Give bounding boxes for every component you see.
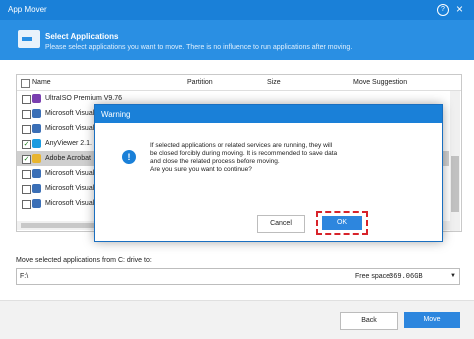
page-header: Select Applications Please select applic… <box>0 20 474 60</box>
app-name: Microsoft Visual <box>45 110 95 117</box>
dialog-title: Warning <box>101 110 131 119</box>
app-icon <box>32 109 41 118</box>
dialog-message-line: If selected applications or related serv… <box>150 142 333 149</box>
info-icon: ! <box>122 150 136 164</box>
row-checkbox[interactable] <box>22 185 31 194</box>
app-icon <box>32 154 41 163</box>
app-icon <box>32 199 41 208</box>
app-icon <box>32 94 41 103</box>
select-applications-icon <box>18 30 40 48</box>
scrollbar-thumb[interactable] <box>451 156 459 212</box>
cancel-button[interactable]: Cancel <box>257 215 305 233</box>
dialog-message-line: Are you sure you want to continue? <box>150 166 252 173</box>
drive-path: F:\ <box>20 273 29 280</box>
app-name: UltraISO Premium V9.76 <box>45 95 123 102</box>
footer: Back Move <box>0 300 474 339</box>
row-checkbox[interactable] <box>22 110 31 119</box>
app-name: AnyViewer 2.1. <box>45 140 92 147</box>
column-partition[interactable]: Partition <box>187 79 213 86</box>
dialog-title-bar: Warning <box>95 105 442 123</box>
title-bar: App Mover ? × <box>0 0 474 20</box>
page-subtitle: Please select applications you want to m… <box>45 44 353 51</box>
row-checkbox[interactable] <box>22 95 31 104</box>
back-button[interactable]: Back <box>340 312 398 330</box>
column-size[interactable]: Size <box>267 79 281 86</box>
app-name: Microsoft Visual <box>45 185 95 192</box>
chevron-down-icon[interactable]: ▼ <box>450 273 456 279</box>
select-all-checkbox[interactable] <box>21 79 30 88</box>
column-move-suggestion[interactable]: Move Suggestion <box>353 79 407 86</box>
app-name: Microsoft Visual <box>45 170 95 177</box>
column-name[interactable]: Name <box>32 79 51 86</box>
page-title: Select Applications <box>45 32 119 41</box>
table-header: Name Partition Size Move Suggestion <box>17 75 461 91</box>
window-title: App Mover <box>8 5 47 14</box>
move-button[interactable]: Move <box>404 312 460 328</box>
dialog-message-line: and close the related process before mov… <box>150 158 280 165</box>
app-name: Adobe Acrobat <box>45 155 91 162</box>
row-checkbox[interactable] <box>22 170 31 179</box>
app-icon <box>32 184 41 193</box>
free-space-label: Free space: <box>355 273 392 280</box>
row-checkbox[interactable] <box>22 125 31 134</box>
dialog-message: If selected applications or related serv… <box>150 142 420 174</box>
app-name: Microsoft Visual <box>45 200 95 207</box>
close-icon[interactable]: × <box>456 2 463 16</box>
app-icon <box>32 169 41 178</box>
warning-dialog: Warning ! If selected applications or re… <box>94 104 443 242</box>
app-name: Microsoft Visual <box>45 125 95 132</box>
vertical-scrollbar[interactable] <box>450 91 460 231</box>
row-checkbox[interactable] <box>22 200 31 209</box>
drive-select[interactable]: F:\ Free space: 369.06GB ▼ <box>16 268 460 285</box>
row-checkbox[interactable]: ✓ <box>22 155 31 164</box>
ok-button[interactable]: OK <box>322 216 362 230</box>
dialog-message-line: be closed forcibly during moving. It is … <box>150 150 338 157</box>
app-icon <box>32 139 41 148</box>
ok-button-highlight: OK <box>316 211 368 235</box>
drive-label: Move selected applications from C: drive… <box>16 257 152 264</box>
app-icon <box>32 124 41 133</box>
row-checkbox[interactable]: ✓ <box>22 140 31 149</box>
help-icon[interactable]: ? <box>437 4 449 16</box>
free-space-value: 369.06GB <box>389 273 423 281</box>
